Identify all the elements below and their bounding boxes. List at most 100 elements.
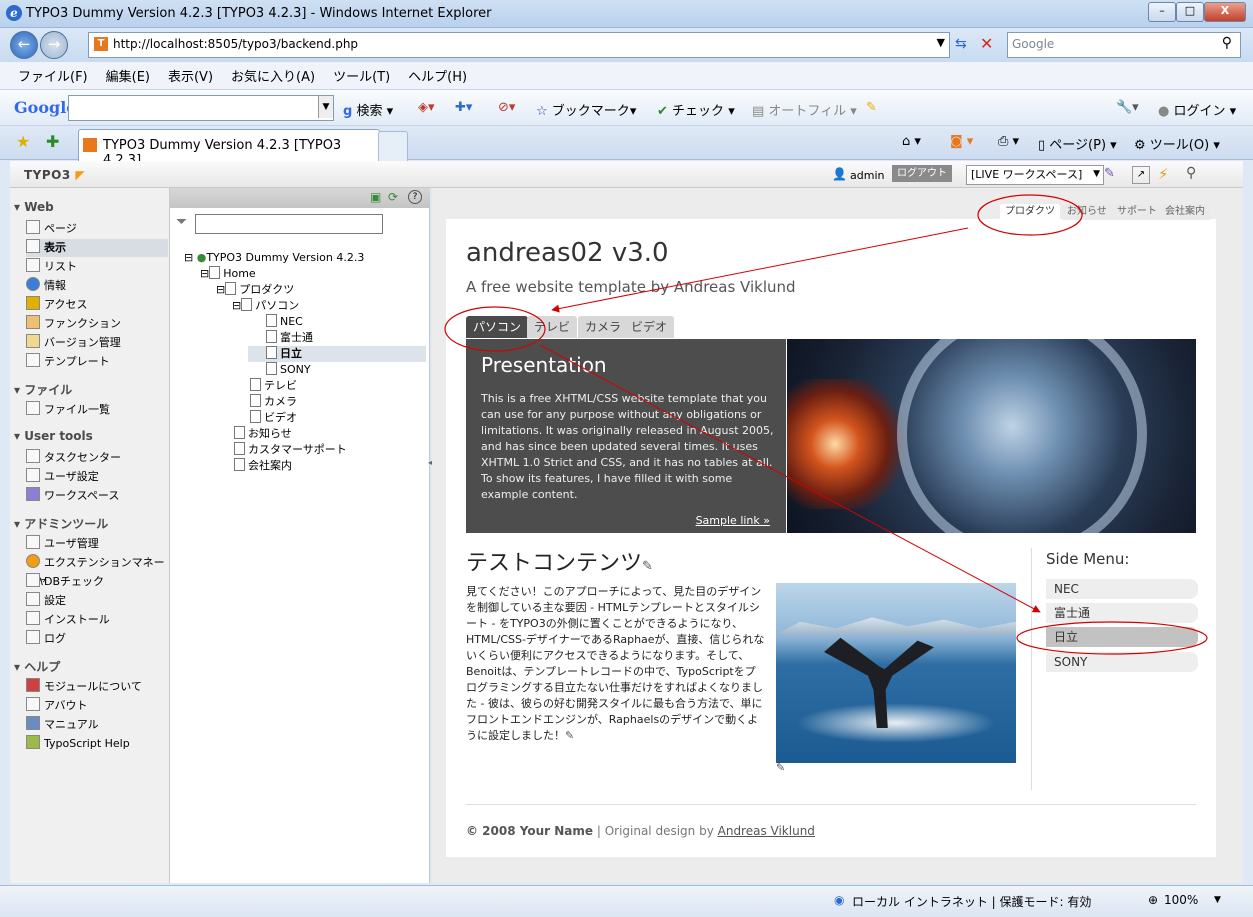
clear-cache-icon[interactable]: ⚡ — [1158, 165, 1169, 183]
refresh-icon[interactable]: ⟳ — [388, 190, 398, 204]
login-button[interactable]: ● ログイン ▾ — [1158, 100, 1236, 119]
module-extmanager[interactable]: エクステンションマネージャ — [26, 554, 168, 587]
module-about-modules[interactable]: モジュールについて — [26, 678, 168, 696]
stop-icon[interactable]: ✕ — [980, 34, 993, 53]
tree-node-sony[interactable]: SONY — [266, 362, 311, 378]
tree-node-products[interactable]: ⊟ プロダクツ — [216, 282, 294, 298]
module-group-file[interactable]: ▾ ファイル — [14, 381, 72, 398]
module-group-usertools[interactable]: ▾ User tools — [14, 429, 93, 443]
module-access[interactable]: アクセス — [26, 296, 168, 314]
favorites-star-icon[interactable]: ★ — [16, 132, 30, 151]
highlighter-icon[interactable]: ✎ — [866, 100, 877, 115]
tree-node-hitachi[interactable]: 日立 — [248, 346, 426, 362]
module-taskcenter[interactable]: タスクセンター — [26, 449, 168, 467]
browser-tab-active[interactable]: TYPO3 Dummy Version 4.2.3 [TYPO3 4.2.3] — [78, 129, 380, 168]
close-button[interactable]: X — [1204, 2, 1246, 22]
tree-filter-input[interactable] — [195, 214, 383, 234]
site-nav-products[interactable]: プロダクツ — [1000, 204, 1060, 220]
module-versioning[interactable]: バージョン管理 — [26, 334, 168, 352]
menu-view[interactable]: 表示(V) — [168, 66, 213, 85]
tree-node-pc[interactable]: ⊟ パソコン — [232, 298, 299, 314]
tools-menu-button[interactable]: ⚙ ツール(O) ▾ — [1134, 134, 1220, 153]
site-nav-company[interactable]: 会社案内 — [1160, 204, 1210, 220]
google-search-input[interactable]: ▼ — [68, 95, 334, 121]
module-workspace[interactable]: ワークスペース — [26, 487, 168, 505]
address-input[interactable]: T http://localhost:8505/typo3/backend.ph… — [88, 32, 950, 58]
tree-node-video[interactable]: ビデオ — [250, 410, 297, 426]
module-template[interactable]: テンプレート — [26, 353, 168, 371]
spellcheck-button[interactable]: ✔ チェック ▾ — [657, 100, 735, 119]
logout-button[interactable]: ログアウト — [892, 165, 952, 182]
edit-pencil-icon[interactable]: ✎ — [776, 761, 785, 774]
module-dbcheck[interactable]: DBチェック — [26, 573, 168, 591]
module-tshelp[interactable]: TypoScript Help — [26, 735, 168, 753]
side-menu-fujitsu[interactable]: 富士通 — [1046, 603, 1198, 623]
tag-icon[interactable]: ◈▾ — [418, 100, 435, 115]
edit-pencil-icon[interactable]: ✎ — [642, 559, 653, 574]
wrench-icon[interactable]: 🔧▾ — [1116, 100, 1139, 115]
maximize-button[interactable]: □ — [1176, 2, 1204, 22]
module-list[interactable]: リスト — [26, 258, 168, 276]
autofill-button[interactable]: ▤ オートフィル ▾ — [752, 100, 857, 119]
refresh-icon[interactable]: ⇆ — [955, 36, 967, 52]
tree-node-tv[interactable]: テレビ — [250, 378, 297, 394]
home-icon[interactable]: ⌂ ▾ — [902, 134, 921, 149]
tree-node-support[interactable]: カスタマーサポート — [234, 442, 347, 458]
menu-favorites[interactable]: お気に入り(A) — [231, 66, 315, 85]
module-group-web[interactable]: ▾ Web — [14, 200, 54, 214]
module-manual[interactable]: マニュアル — [26, 716, 168, 734]
open-new-window-icon[interactable]: ↗ — [1132, 166, 1150, 184]
google-search-button[interactable]: g 検索 ▾ — [343, 100, 393, 119]
page-menu-button[interactable]: ▯ ページ(P) ▾ — [1038, 134, 1117, 153]
tree-node-home[interactable]: ⊟ Home — [200, 266, 256, 282]
edit-pencil-icon[interactable]: ✎ — [565, 729, 574, 742]
product-tab-pc[interactable]: パソコン — [466, 316, 529, 338]
menu-help[interactable]: ヘルプ(H) — [408, 66, 467, 85]
new-tab-button[interactable] — [378, 131, 408, 161]
tree-node-camera[interactable]: カメラ — [250, 394, 297, 410]
module-install[interactable]: インストール — [26, 611, 168, 629]
help-icon[interactable]: ? — [408, 190, 422, 204]
module-info[interactable]: 情報 — [26, 277, 168, 295]
module-group-admin[interactable]: ▾ アドミンツール — [14, 515, 108, 532]
dropdown-arrow-icon[interactable]: ▼ — [1214, 895, 1221, 905]
menu-file[interactable]: ファイル(F) — [18, 66, 88, 85]
tree-node-company[interactable]: 会社案内 — [234, 458, 292, 474]
feeds-icon[interactable]: ◙ ▾ — [950, 134, 973, 149]
product-tab-camera[interactable]: カメラ — [578, 316, 629, 338]
search-icon[interactable]: ⚲ — [1186, 165, 1196, 181]
add-favorite-icon[interactable]: ✚ — [46, 132, 59, 151]
search-input[interactable]: Google ⚲ — [1007, 32, 1241, 58]
side-menu-hitachi[interactable]: 日立 — [1046, 627, 1198, 647]
menu-tools[interactable]: ツール(T) — [333, 66, 390, 85]
module-config[interactable]: 設定 — [26, 592, 168, 610]
side-menu-sony[interactable]: SONY — [1046, 652, 1198, 672]
bookmarks-button[interactable]: ☆ ブックマーク▾ — [536, 100, 636, 119]
side-menu-nec[interactable]: NEC — [1046, 579, 1198, 599]
product-tab-video[interactable]: ビデオ — [624, 316, 675, 338]
tree-node-root[interactable]: ⊟ ●TYPO3 Dummy Version 4.2.3 — [184, 250, 364, 266]
footer-author-link[interactable]: Andreas Viklund — [718, 824, 815, 838]
module-page[interactable]: ページ — [26, 220, 168, 238]
module-functions[interactable]: ファンクション — [26, 315, 168, 333]
popup-blocker-icon[interactable]: ⊘▾ — [498, 100, 515, 115]
workspace-select[interactable]: [LIVE ワークスペース] ▼ — [966, 165, 1104, 185]
module-log[interactable]: ログ — [26, 630, 168, 648]
minimize-button[interactable]: – — [1148, 2, 1176, 22]
back-button[interactable]: ← — [10, 31, 38, 59]
module-usermanager[interactable]: ユーザ管理 — [26, 535, 168, 553]
product-tab-tv[interactable]: テレビ — [527, 316, 578, 338]
module-group-help[interactable]: ▾ ヘルプ — [14, 658, 60, 675]
zoom-level[interactable]: 100% — [1164, 893, 1198, 907]
tree-node-nec[interactable]: NEC — [266, 314, 303, 330]
print-icon[interactable]: ⎙ ▾ — [998, 134, 1019, 149]
search-icon[interactable]: ⚲ — [1222, 35, 1232, 51]
module-usersettings[interactable]: ユーザ設定 — [26, 468, 168, 486]
sample-link[interactable]: Sample link » — [696, 514, 770, 527]
module-filelist[interactable]: ファイル一覧 — [26, 401, 168, 419]
tree-node-fujitsu[interactable]: 富士通 — [266, 330, 313, 346]
forward-button[interactable]: → — [40, 31, 68, 59]
new-page-icon[interactable]: ▣ — [370, 190, 381, 204]
module-view[interactable]: 表示 — [26, 239, 168, 257]
site-nav-support[interactable]: サポート — [1112, 204, 1162, 220]
